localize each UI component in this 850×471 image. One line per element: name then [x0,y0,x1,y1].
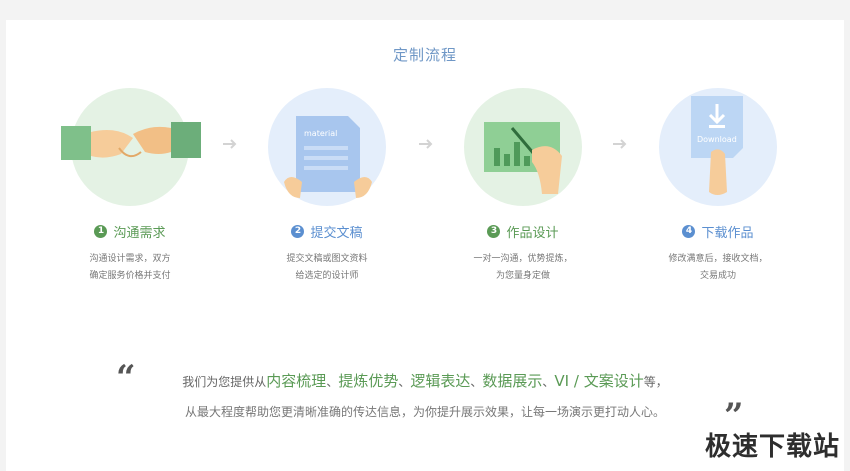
quote-line-2: 从最大程度帮助您更清晰准确的传达信息，为你提升展示效果，让每一场演示更打动人心。 [184,405,665,419]
step-4-title: 下载作品 [701,226,754,241]
quote-highlight-5: VI / 文案设计 [554,372,644,390]
section-title: 定制流程 [392,46,457,64]
step-1-desc-line2: 确定服务价格并支付 [89,271,171,281]
step-2: material 2 提交文稿 提交文稿或图文资料 给选定的设计师 [252,88,402,285]
step-4-desc-line2: 交易成功 [699,271,736,281]
step-1-heading: 1 沟通需求 [55,222,205,241]
document-label: material [304,129,337,138]
step-1-desc-line1: 沟通设计需求，双方 [89,254,171,264]
step-1: 1 沟通需求 沟通设计需求，双方 确定服务价格并支付 [55,88,205,285]
step-3-description: 一对一沟通，优势提炼， 为您量身定做 [448,251,598,285]
step-4-desc-line1: 修改满意后，接收文档， [668,254,768,264]
step-2-desc-line2: 给选定的设计师 [295,271,359,281]
quote-suffix: 等， [643,375,668,389]
step-3-heading: 3 作品设计 [448,222,598,241]
arrow-right-icon [613,139,627,149]
step-3: 3 作品设计 一对一沟通，优势提炼， 为您量身定做 [448,88,598,285]
step-4: Download 4 下载作品 修改满意后，接收文档， 交易成功 [643,88,793,285]
step-4-number: 4 [682,225,696,238]
step-4-heading: 4 下载作品 [643,222,793,241]
step-2-desc-line1: 提交文稿或图文资料 [286,254,368,264]
quote-sep-2: 、 [398,375,411,389]
step-3-title: 作品设计 [506,226,559,241]
step-3-desc-line2: 为您量身定做 [495,271,550,281]
arrow-right-icon [223,139,237,149]
handshake-icon [61,88,201,206]
document-icon: material [268,88,386,206]
quote-highlight-3: 逻辑表达 [410,372,471,390]
watermark-logo: 极速下载站 [704,432,840,462]
step-2-number: 2 [291,225,305,238]
quote-sep-4: 、 [542,375,555,389]
step-2-title: 提交文稿 [310,226,363,241]
quote-highlight-2: 提炼优势 [338,372,399,390]
quote-highlight-4: 数据展示 [482,372,543,390]
step-1-description: 沟通设计需求，双方 确定服务价格并支付 [55,251,205,285]
download-label: Download [697,135,737,144]
quote-line-1: 我们为您提供从内容梳理、提炼优势、逻辑表达、数据展示、VI / 文案设计等， [0,370,850,391]
download-icon: Download [659,88,777,206]
step-3-number: 3 [487,225,501,238]
step-1-title: 沟通需求 [113,226,166,241]
quote-sep-3: 、 [470,375,483,389]
quote-prefix: 我们为您提供从 [182,375,267,389]
step-2-description: 提交文稿或图文资料 给选定的设计师 [252,251,402,285]
step-1-number: 1 [94,225,108,238]
step-4-description: 修改满意后，接收文档， 交易成功 [643,251,793,285]
step-2-heading: 2 提交文稿 [252,222,402,241]
step-3-desc-line1: 一对一沟通，优势提炼， [473,254,573,264]
arrow-right-icon [419,139,433,149]
quote-sep-1: 、 [326,375,339,389]
quote-block: 我们为您提供从内容梳理、提炼优势、逻辑表达、数据展示、VI / 文案设计等， 从… [0,370,850,420]
chart-drawing-icon [464,88,582,206]
quote-highlight-1: 内容梳理 [266,372,327,390]
